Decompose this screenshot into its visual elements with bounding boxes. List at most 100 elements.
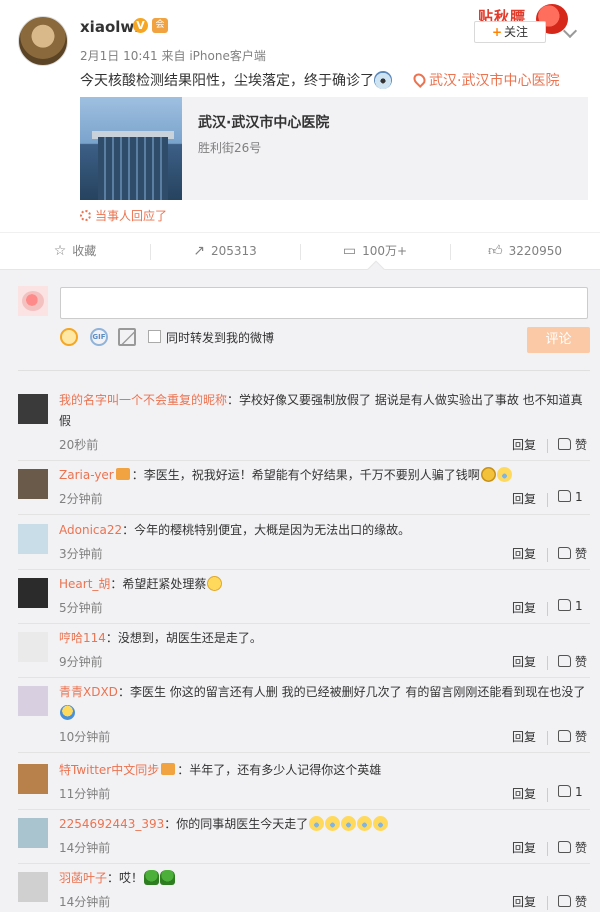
repost-checkbox[interactable] [148, 330, 161, 343]
commenter-name[interactable]: 哼哈114 [59, 631, 106, 645]
emoji-icon [373, 816, 389, 831]
commenter-avatar[interactable] [18, 524, 48, 554]
comment-text: ：半年了，还有多少人记得你这个英雄 [177, 763, 382, 777]
gif-icon[interactable]: GIF [90, 328, 108, 346]
comment-like-button[interactable]: 1 [558, 490, 583, 504]
comment-like-button[interactable]: 赞 [558, 839, 587, 856]
commenter-avatar[interactable] [18, 686, 48, 716]
thumb-up-icon: 👍︎ [487, 243, 503, 259]
comment-like-button[interactable]: 1 [558, 599, 583, 613]
comment-text: ：哎！ [107, 871, 144, 885]
comment-body: 我的名字叫一个不会重复的昵称：学校好像又要强制放假了 据说是有人做实验出了事故 … [59, 390, 589, 432]
emoji-icon [60, 705, 75, 720]
thumb-up-icon [558, 841, 571, 853]
emoji-icon [160, 870, 176, 885]
commenter-name[interactable]: 青青XDXD [59, 685, 118, 699]
comment-time: 3分钟前 [59, 547, 103, 561]
submit-comment-button[interactable]: 评论 [527, 327, 590, 353]
commenter-name[interactable]: 羽菡叶子 [59, 871, 107, 885]
commenter-avatar[interactable] [18, 394, 48, 424]
location-link[interactable]: 武汉·武汉市中心医院 [411, 70, 559, 90]
emoji-icon [341, 816, 357, 831]
comment-like-button[interactable]: 赞 [558, 436, 587, 453]
comment-body: 2254692443_393：你的同事胡医生今天走了 [59, 814, 589, 835]
emoji-icon [207, 576, 223, 591]
reply-button[interactable]: 回复 [512, 728, 536, 745]
commenter-name[interactable]: Zaria-yer [59, 468, 114, 482]
emoji-icon [144, 870, 160, 885]
post-source: 来自 iPhone客户端 [161, 49, 266, 63]
my-avatar [18, 286, 48, 316]
comment-like-button[interactable]: 1 [558, 785, 583, 799]
comment-time: 14分钟前 [59, 895, 111, 909]
thumb-up-icon [558, 730, 571, 742]
comment-input[interactable] [60, 287, 588, 319]
emoji-icon [357, 816, 373, 831]
reply-button[interactable]: 回复 [512, 599, 536, 616]
comment-like-button[interactable]: 赞 [558, 893, 587, 910]
comment-text: ：没想到，胡医生还是走了。 [105, 631, 262, 645]
member-badge-icon [115, 468, 130, 480]
comment-like-button[interactable]: 赞 [558, 728, 587, 745]
location-card[interactable]: 武汉·武汉市中心医院 胜利街26号 [80, 97, 588, 200]
author-avatar[interactable] [18, 16, 68, 66]
reply-button[interactable]: 回复 [512, 545, 536, 562]
image-icon[interactable] [118, 328, 136, 346]
vip-badge-icon: 会 [152, 18, 168, 33]
comment-time: 9分钟前 [59, 655, 103, 669]
hospital-photo [80, 97, 182, 200]
reply-button[interactable]: 回复 [512, 839, 536, 856]
reply-button[interactable]: 回复 [512, 436, 536, 453]
reply-button[interactable]: 回复 [512, 785, 536, 802]
thumb-up-icon [558, 895, 571, 907]
repost-icon: ↗ [193, 243, 205, 259]
like-button[interactable]: 👍︎ 3220950 [450, 233, 600, 270]
comment-section: GIF 同时转发到我的微博 评论 我的名字叫一个不会重复的昵称：学校好像又要强制… [0, 270, 600, 912]
comment-time: 10分钟前 [59, 730, 111, 744]
commenter-name[interactable]: 2254692443_393 [59, 817, 164, 831]
comment-body: Zaria-yer ：李医生，祝我好运！希望能有个好结果，千万不要别人骗了钱啊 [59, 465, 589, 486]
reply-button[interactable]: 回复 [512, 653, 536, 670]
commenter-name[interactable]: Adonica22 [59, 523, 122, 537]
member-badge-icon [161, 763, 176, 775]
thumb-up-icon [558, 785, 571, 797]
reply-button[interactable]: 回复 [512, 893, 536, 910]
location-card-name: 武汉·武汉市中心医院 [198, 115, 330, 131]
emoji-icon [325, 816, 341, 831]
commenter-avatar[interactable] [18, 578, 48, 608]
smile-icon[interactable] [60, 328, 78, 346]
commenter-avatar[interactable] [18, 872, 48, 902]
comment-icon: ▭ [342, 243, 357, 259]
favorite-button[interactable]: ☆ 收藏 [0, 233, 150, 270]
commenter-name[interactable]: Heart_胡 [59, 577, 110, 591]
commenter-name[interactable]: 我的名字叫一个不会重复的昵称 [59, 393, 227, 407]
repost-button[interactable]: ↗ 205313 [150, 233, 300, 270]
commenter-avatar[interactable] [18, 818, 48, 848]
commenter-avatar[interactable] [18, 764, 48, 794]
comment-text: ：李医生，祝我好运！希望能有个好结果，千万不要别人骗了钱啊 [131, 468, 480, 482]
action-bar: ☆ 收藏 ↗ 205313 ▭ 100万+ 👍︎ 3220950 [0, 232, 600, 278]
commenter-avatar[interactable] [18, 469, 48, 499]
post-text: 今天核酸检测结果阳性，尘埃落定，终于确诊了 [80, 70, 392, 90]
thumb-up-icon [558, 490, 571, 502]
reply-button[interactable]: 回复 [512, 490, 536, 507]
emoji-icon [496, 467, 512, 482]
responded-link[interactable]: 当事人回应了 [80, 207, 167, 224]
comment-time: 11分钟前 [59, 787, 111, 801]
comment-like-button[interactable]: 赞 [558, 545, 587, 562]
comment-text: ：你的同事胡医生今天走了 [164, 817, 309, 831]
author-username[interactable]: xiaolwl [80, 18, 139, 36]
commenter-name[interactable]: 特Twitter中文同步 [59, 763, 159, 777]
location-card-address: 胜利街26号 [198, 141, 262, 155]
emoji-icon [309, 816, 325, 831]
commenter-avatar[interactable] [18, 632, 48, 662]
thumb-up-icon [558, 547, 571, 559]
comment-text: ：李医生 你这的留言还有人删 我的已经被删好几次了 有的留言刚刚还能看到现在也没… [117, 685, 586, 699]
follow-button[interactable]: + 关注 [474, 21, 546, 43]
comment-like-button[interactable]: 赞 [558, 653, 587, 670]
comment-body: 特Twitter中文同步 ：半年了，还有多少人记得你这个英雄 [59, 760, 589, 781]
comment-body: Adonica22：今年的樱桃特别便宜，大概是因为无法出口的缘故。 [59, 520, 589, 541]
post-date[interactable]: 2月1日 10:41 [80, 49, 158, 63]
weibo-post: xiaolwl V 会 2月1日 10:41 来自 iPhone客户端 今天核酸… [0, 0, 600, 232]
comment-time: 20秒前 [59, 438, 99, 452]
